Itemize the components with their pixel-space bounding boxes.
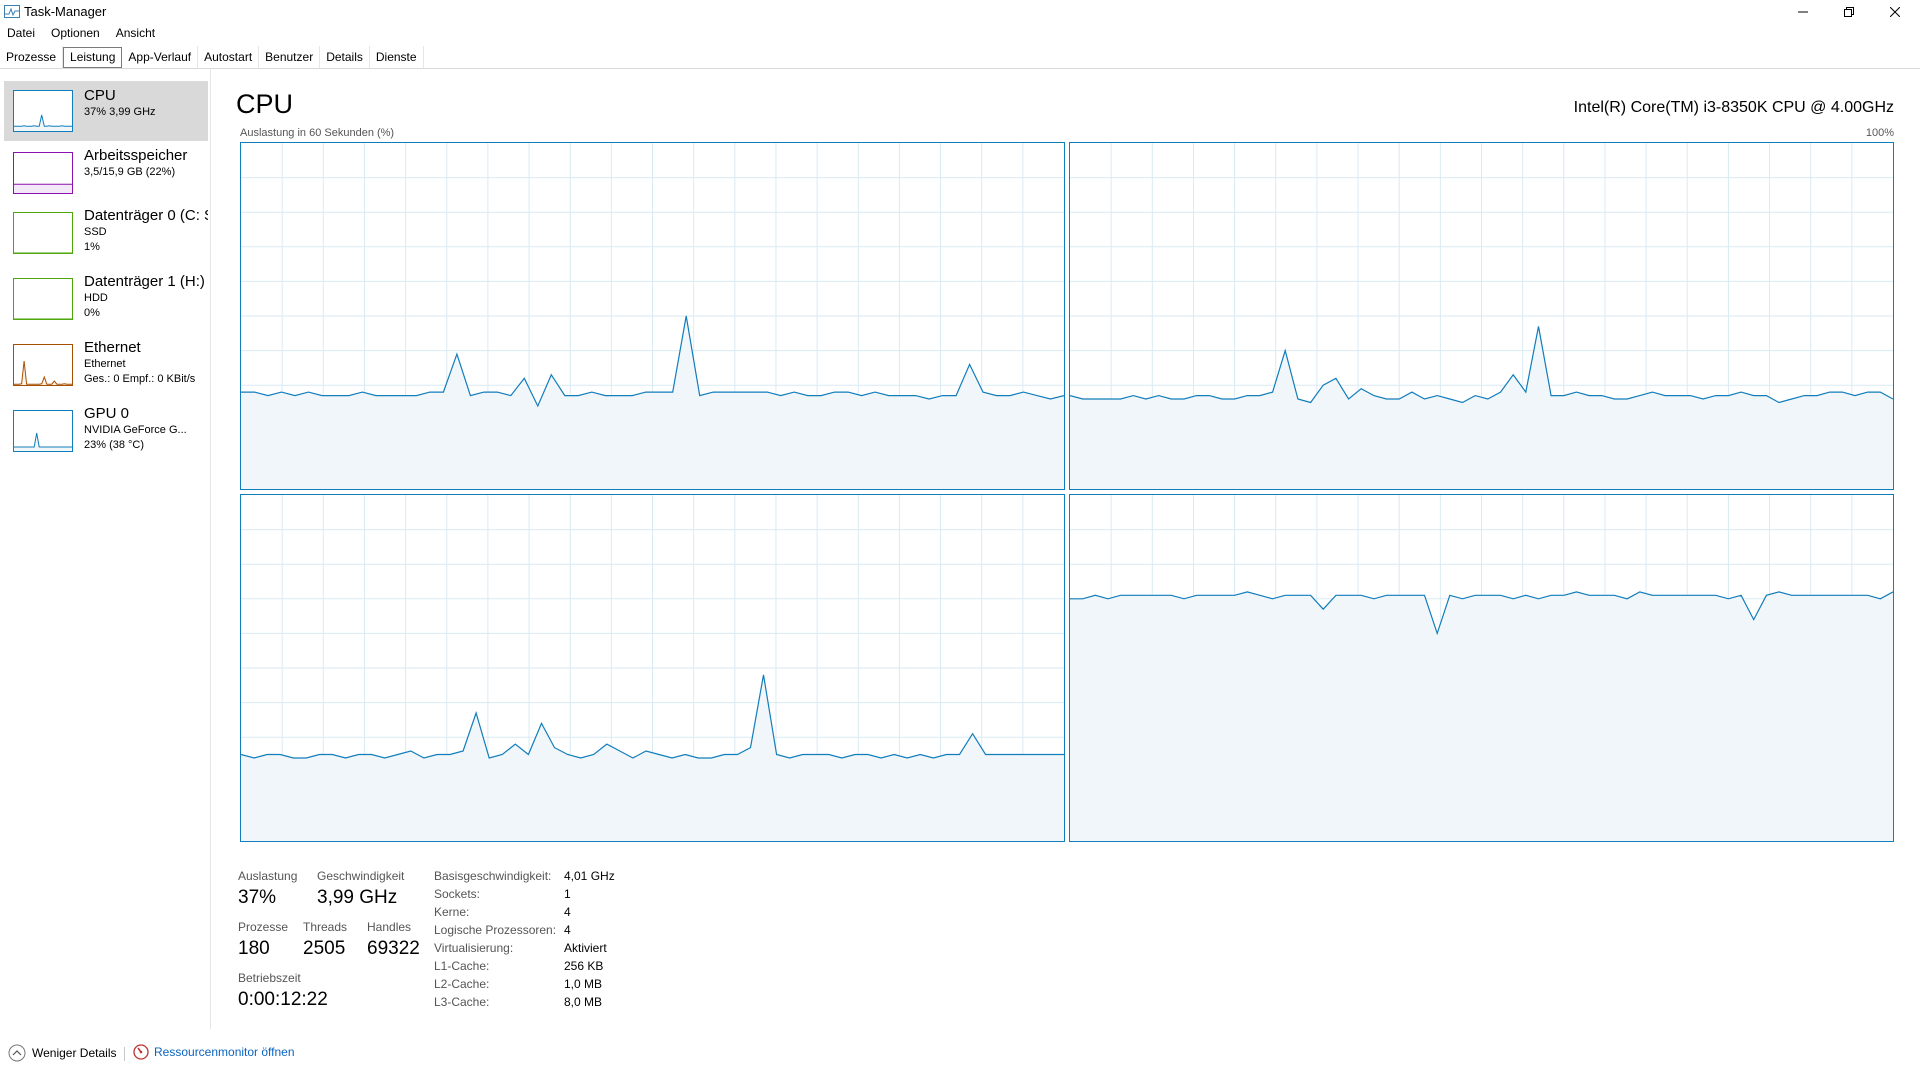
geschwindigkeit-value: 3,99 GHz xyxy=(317,887,398,908)
tab-bar: Prozesse Leistung App-Verlauf Autostart … xyxy=(0,46,1920,69)
sidebar-item-disk-0[interactable]: Datenträger 0 (C: SSD) SSD 1% xyxy=(4,201,208,267)
menu-optionen[interactable]: Optionen xyxy=(43,24,108,44)
graph-caption: Auslastung in 60 Sekunden (%) xyxy=(240,127,395,139)
sidebar-item-detail: 37% 3,99 GHz xyxy=(84,106,156,118)
tab-benutzer[interactable]: Benutzer xyxy=(259,46,321,68)
auslastung-label: Auslastung xyxy=(238,869,298,883)
close-button[interactable] xyxy=(1872,0,1918,24)
less-details-button[interactable]: Weniger Details xyxy=(8,1044,116,1062)
cpu-model-name: Intel(R) Core(TM) i3-8350K CPU @ 4.00GHz xyxy=(1573,99,1894,116)
auslastung-value: 37% xyxy=(238,887,277,908)
spec-label: Kerne: xyxy=(434,905,470,919)
ethernet-thumbnail xyxy=(13,344,73,386)
prozesse-value: 180 xyxy=(238,938,270,959)
thumbnail-frame xyxy=(13,278,73,320)
sidebar-item-memory[interactable]: Arbeitsspeicher 3,5/15,9 GB (22%) xyxy=(4,141,208,201)
spec-value: 4,01 GHz xyxy=(564,869,615,883)
sidebar-item-ethernet[interactable]: Ethernet Ethernet Ges.: 0 Empf.: 0 KBit/… xyxy=(4,333,208,399)
menu-bar: Datei Optionen Ansicht xyxy=(0,24,163,44)
sidebar-item-detail: 1% xyxy=(84,241,100,253)
minimize-icon xyxy=(1798,11,1808,13)
prozesse-label: Prozesse xyxy=(238,920,289,934)
spec-value: 4 xyxy=(564,923,571,937)
series-area xyxy=(1070,591,1893,841)
window-title: Task-Manager xyxy=(24,4,107,19)
cpu-graph-core-3 xyxy=(1069,494,1894,842)
disk-1-thumbnail xyxy=(13,278,73,320)
sidebar-item-title: CPU xyxy=(84,87,116,104)
spec-label: L3-Cache: xyxy=(434,995,490,1009)
restore-icon xyxy=(1844,7,1854,17)
sidebar-item-detail: Ethernet xyxy=(84,358,126,370)
resource-sidebar: CPU 37% 3,99 GHz Arbeitsspeicher 3,5/15,… xyxy=(0,69,211,1029)
threads-value: 2505 xyxy=(303,938,346,959)
cpu-graph-core-1 xyxy=(1069,142,1894,490)
sidebar-item-title: Ethernet xyxy=(84,339,141,356)
disk-0-thumbnail xyxy=(13,212,73,254)
spec-value: 1 xyxy=(564,887,571,901)
title-bar: Task-Manager xyxy=(0,0,1920,24)
handles-label: Handles xyxy=(367,920,412,934)
cpu-thumbnail xyxy=(13,90,73,132)
sidebar-item-gpu-0[interactable]: GPU 0 NVIDIA GeForce G... 23% (38 °C) xyxy=(4,399,208,465)
sidebar-item-title: Datenträger 0 (C: SSD) xyxy=(84,207,208,224)
sidebar-item-detail: SSD xyxy=(84,226,107,238)
spec-label: Basisgeschwindigkeit: xyxy=(434,869,552,883)
thumbnail-frame xyxy=(13,212,73,254)
tab-prozesse[interactable]: Prozesse xyxy=(0,46,64,68)
spec-label: Logische Prozessoren: xyxy=(434,923,557,937)
sidebar-item-title: Arbeitsspeicher xyxy=(84,147,188,164)
sidebar-item-detail: HDD xyxy=(84,292,108,304)
menu-datei[interactable]: Datei xyxy=(0,24,43,44)
close-icon xyxy=(1890,7,1900,17)
chevron-up-circle-icon xyxy=(8,1044,26,1062)
resource-monitor-link[interactable]: Ressourcenmonitor öffnen xyxy=(133,1044,295,1060)
graph-max-label: 100% xyxy=(1865,127,1894,139)
spec-value: 8,0 MB xyxy=(564,995,603,1009)
less-details-label: Weniger Details xyxy=(32,1046,117,1060)
spec-value: 256 KB xyxy=(564,959,604,973)
cpu-graph-core-2 xyxy=(240,494,1065,842)
thumbnail-area xyxy=(14,184,72,193)
spec-value: 1,0 MB xyxy=(564,977,603,991)
threads-label: Threads xyxy=(303,920,348,934)
spec-value: 4 xyxy=(564,905,571,919)
sidebar-item-title: Datenträger 1 (H:) xyxy=(84,273,205,290)
thumbnail-frame xyxy=(13,410,73,452)
spec-label: Virtualisierung: xyxy=(434,941,514,955)
tab-leistung[interactable]: Leistung xyxy=(63,47,123,68)
page-title: CPU xyxy=(236,89,294,119)
spec-value: Aktiviert xyxy=(564,941,607,955)
sidebar-item-detail: Ges.: 0 Empf.: 0 KBit/s xyxy=(84,373,196,385)
sidebar-item-disk-1[interactable]: Datenträger 1 (H:) HDD 0% xyxy=(4,267,208,333)
betriebszeit-value: 0:00:12:22 xyxy=(238,989,328,1010)
tab-autostart[interactable]: Autostart xyxy=(198,46,260,68)
sidebar-item-detail: 3,5/15,9 GB (22%) xyxy=(84,166,176,178)
sidebar-item-cpu[interactable]: CPU 37% 3,99 GHz xyxy=(4,81,208,141)
minimize-button[interactable] xyxy=(1780,0,1826,24)
spec-label: L1-Cache: xyxy=(434,959,490,973)
sidebar-item-detail: 0% xyxy=(84,307,100,319)
cpu-graph-core-0 xyxy=(240,142,1065,490)
resource-monitor-icon xyxy=(133,1044,149,1060)
menu-ansicht[interactable]: Ansicht xyxy=(108,24,163,44)
gpu-0-thumbnail xyxy=(13,410,73,452)
handles-value: 69322 xyxy=(367,938,420,959)
footer-divider xyxy=(124,1047,125,1061)
spec-label: L2-Cache: xyxy=(434,977,490,991)
sidebar-item-detail: 23% (38 °C) xyxy=(84,439,145,451)
spec-label: Sockets: xyxy=(434,887,481,901)
task-manager-icon xyxy=(4,5,20,18)
memory-thumbnail xyxy=(13,152,73,194)
resource-monitor-label: Ressourcenmonitor öffnen xyxy=(154,1045,295,1059)
sidebar-item-detail: NVIDIA GeForce G... xyxy=(84,424,187,436)
tab-details[interactable]: Details xyxy=(320,46,370,68)
sidebar-item-title: GPU 0 xyxy=(84,405,130,422)
betriebszeit-label: Betriebszeit xyxy=(238,971,301,985)
restore-button[interactable] xyxy=(1826,0,1872,24)
geschwindigkeit-label: Geschwindigkeit xyxy=(317,869,405,883)
tab-dienste[interactable]: Dienste xyxy=(370,46,424,68)
tab-app-verlauf[interactable]: App-Verlauf xyxy=(122,46,199,68)
